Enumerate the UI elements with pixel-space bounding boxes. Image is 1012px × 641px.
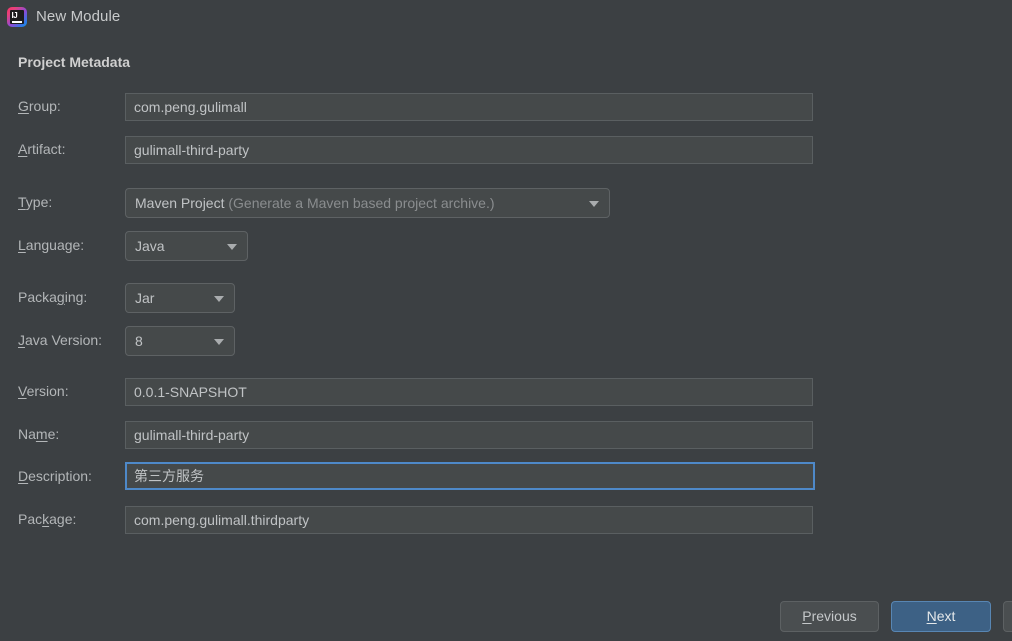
intellij-idea-icon: IJ [6,6,28,28]
label-group: Group: [18,98,61,114]
label-language: Language: [18,237,85,253]
combo-type[interactable]: Maven Project (Generate a Maven based pr… [125,188,610,218]
label-package: Package: [18,511,77,527]
label-type: Type: [18,194,53,210]
section-title: Project Metadata [18,54,131,70]
input-version[interactable]: 0.0.1-SNAPSHOT [125,378,813,406]
combo-java-version-value: 8 [135,333,143,349]
input-group[interactable]: com.peng.gulimall [125,93,813,121]
label-packaging: Packaging: [18,289,88,305]
combo-language[interactable]: Java [125,231,248,261]
label-description: Description: [18,468,92,484]
window-titlebar: IJ New Module [0,0,1012,33]
chevron-down-icon [214,296,224,302]
input-name[interactable]: gulimall-third-party [125,421,813,449]
combo-packaging-value: Jar [135,290,155,306]
next-button[interactable]: Next [891,601,991,632]
label-java-version: Java Version: [18,332,103,348]
combo-type-hint: (Generate a Maven based project archive.… [228,195,495,211]
previous-button[interactable]: Previous [780,601,879,632]
label-version: Version: [18,383,69,399]
combo-type-value: Maven Project [135,195,225,211]
new-module-dialog: Project Metadata Group: com.peng.gulimal… [0,33,1012,641]
combo-java-version[interactable]: 8 [125,326,235,356]
combo-packaging[interactable]: Jar [125,283,235,313]
chevron-down-icon [214,339,224,345]
label-artifact: Artifact: [18,141,66,157]
cancel-button-cutoff[interactable] [1003,601,1012,632]
input-package[interactable]: com.peng.gulimall.thirdparty [125,506,813,534]
combo-language-value: Java [135,238,165,254]
window-title: New Module [36,8,121,25]
label-name: Name: [18,426,60,442]
chevron-down-icon [227,244,237,250]
intellij-idea-icon-mark: IJ [11,10,18,20]
input-description[interactable]: 第三方服务 [125,462,815,490]
chevron-down-icon [589,201,599,207]
input-artifact[interactable]: gulimall-third-party [125,136,813,164]
